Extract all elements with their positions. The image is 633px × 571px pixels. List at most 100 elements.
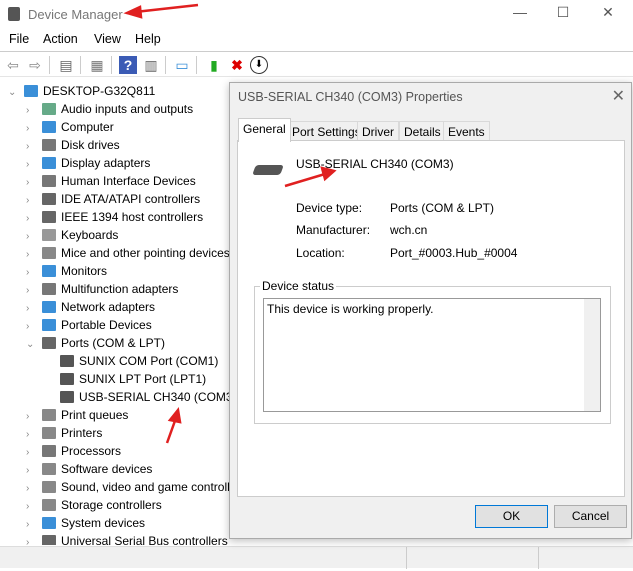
disable-icon[interactable]: ⬇	[250, 56, 268, 74]
device-category-icon	[42, 301, 56, 313]
device-category-icon	[42, 409, 56, 421]
scrollbar[interactable]	[584, 299, 600, 411]
back-icon[interactable]: ⇦	[4, 56, 22, 74]
field-label: Location:	[296, 246, 345, 260]
general-panel: USB-SERIAL CH340 (COM3) Device type: Por…	[237, 140, 625, 497]
tree-label: Mice and other pointing devices	[61, 246, 230, 260]
computer-icon	[24, 85, 38, 97]
device-status-group: Device status This device is working pro…	[254, 279, 611, 424]
tree-item[interactable]: › IEEE 1394 host controllers	[26, 208, 203, 226]
ok-button[interactable]: OK	[475, 505, 548, 528]
tree-label: Human Interface Devices	[61, 174, 196, 188]
maximize-button[interactable]: ☐	[548, 4, 578, 24]
port-device-icon	[252, 165, 284, 175]
device-category-icon	[42, 445, 56, 457]
close-button[interactable]: ✕	[593, 4, 623, 24]
chevron-right-icon[interactable]: ›	[26, 534, 38, 545]
title-bar: Device Manager — ☐ ✕	[0, 0, 633, 28]
forward-icon[interactable]: ⇨	[26, 56, 44, 74]
tree-item[interactable]: › Keyboards	[26, 226, 118, 244]
tree-item[interactable]: › IDE ATA/ATAPI controllers	[26, 190, 200, 208]
tree-root[interactable]: ⌄ DESKTOP-G32Q811	[8, 82, 155, 100]
toolbar: ⇦ ⇨ ▤ ▦ ? ▥ ▭ ▮ ✖ ⬇	[0, 51, 633, 77]
update-driver-icon[interactable]: ▮	[205, 56, 223, 74]
device-category-icon	[60, 391, 74, 403]
tree-label: Print queues	[61, 408, 129, 422]
tree-item[interactable]: › Printers	[26, 424, 102, 442]
tree-item[interactable]: › Disk drives	[26, 136, 120, 154]
tree-label: IEEE 1394 host controllers	[61, 210, 204, 224]
tree-item[interactable]: › Storage controllers	[26, 496, 162, 514]
tree-item[interactable]: USB-SERIAL CH340 (COM3)	[44, 388, 237, 406]
tree-item[interactable]: › Multifunction adapters	[26, 280, 178, 298]
tree-item[interactable]: › Sound, video and game controllers	[26, 478, 246, 496]
tree-label: Portable Devices	[61, 318, 152, 332]
tree-item[interactable]: SUNIX COM Port (COM1)	[44, 352, 218, 370]
tree-item[interactable]: › Network adapters	[26, 298, 155, 316]
status-text: This device is working properly.	[267, 302, 434, 316]
tree-label: Keyboards	[61, 228, 119, 242]
tab-general[interactable]: General	[238, 118, 291, 142]
device-category-icon	[42, 193, 56, 205]
cancel-button[interactable]: Cancel	[554, 505, 627, 528]
dialog-title: USB-SERIAL CH340 (COM3) Properties	[238, 90, 463, 104]
tree-label: Network adapters	[61, 300, 156, 314]
tree-label: DESKTOP-G32Q811	[43, 84, 156, 98]
menu-view[interactable]: View	[94, 32, 121, 46]
tree-item[interactable]: › Processors	[26, 442, 121, 460]
device-category-icon	[42, 175, 56, 187]
tree-item[interactable]: › Print queues	[26, 406, 128, 424]
device-category-icon	[42, 283, 56, 295]
tree-item[interactable]: › Portable Devices	[26, 316, 152, 334]
tree-item[interactable]: › Display adapters	[26, 154, 150, 172]
device-category-icon	[42, 499, 56, 511]
device-category-icon	[42, 337, 56, 349]
menu-action[interactable]: Action	[43, 32, 78, 46]
tree-item[interactable]: ⌄ Ports (COM & LPT)	[26, 334, 165, 352]
tree-label: SUNIX LPT Port (LPT1)	[79, 372, 207, 386]
tab-details[interactable]: Details	[399, 121, 446, 141]
chevron-down-icon[interactable]: ⌄	[8, 84, 20, 102]
tree-item[interactable]: › Software devices	[26, 460, 152, 478]
tree-item[interactable]: › Human Interface Devices	[26, 172, 196, 190]
dialog-close-button[interactable]: ✕	[612, 86, 625, 106]
device-category-icon	[42, 535, 56, 545]
chevron-down-icon[interactable]: ⌄	[26, 336, 38, 354]
tree-item[interactable]: › Computer	[26, 118, 114, 136]
tree-item[interactable]: SUNIX LPT Port (LPT1)	[44, 370, 206, 388]
tab-events[interactable]: Events	[443, 121, 490, 141]
device-manager-icon	[8, 7, 20, 21]
tree-item[interactable]: › Mice and other pointing devices	[26, 244, 230, 262]
menu-help[interactable]: Help	[135, 32, 161, 46]
uninstall-icon[interactable]: ✖	[228, 56, 246, 74]
tree-label: Printers	[61, 426, 103, 440]
minimize-button[interactable]: —	[505, 4, 535, 24]
tree-label: USB-SERIAL CH340 (COM3)	[79, 390, 237, 404]
field-label: Manufacturer:	[296, 223, 371, 237]
device-status-label: Device status	[260, 279, 337, 293]
device-type-value: Ports (COM & LPT)	[390, 201, 495, 215]
device-status-textbox[interactable]: This device is working properly.	[263, 298, 601, 412]
tree-label: Display adapters	[61, 156, 151, 170]
tab-port-settings[interactable]: Port Settings	[287, 121, 366, 141]
properties-icon[interactable]: ▦	[88, 56, 106, 74]
field-label: Device type:	[296, 201, 363, 215]
device-category-icon	[42, 319, 56, 331]
tree-label: Ports (COM & LPT)	[61, 336, 166, 350]
manufacturer-value: wch.cn	[390, 223, 428, 237]
show-hide-console-tree-icon[interactable]: ▤	[57, 56, 75, 74]
scan-hardware-icon[interactable]: ▭	[173, 56, 191, 74]
help-icon[interactable]: ?	[119, 56, 137, 74]
tree-item[interactable]: › Audio inputs and outputs	[26, 100, 193, 118]
action-pane-icon[interactable]: ▥	[142, 56, 160, 74]
menu-file[interactable]: File	[9, 32, 29, 46]
tree-item[interactable]: › Universal Serial Bus controllers	[26, 532, 228, 545]
status-bar	[0, 546, 633, 569]
tab-driver[interactable]: Driver	[357, 121, 399, 141]
window-title: Device Manager	[28, 7, 123, 22]
tree-label: System devices	[61, 516, 146, 530]
tree-item[interactable]: › Monitors	[26, 262, 107, 280]
tree-item[interactable]: › System devices	[26, 514, 145, 532]
tree-label: Multifunction adapters	[61, 282, 179, 296]
device-category-icon	[42, 211, 56, 223]
